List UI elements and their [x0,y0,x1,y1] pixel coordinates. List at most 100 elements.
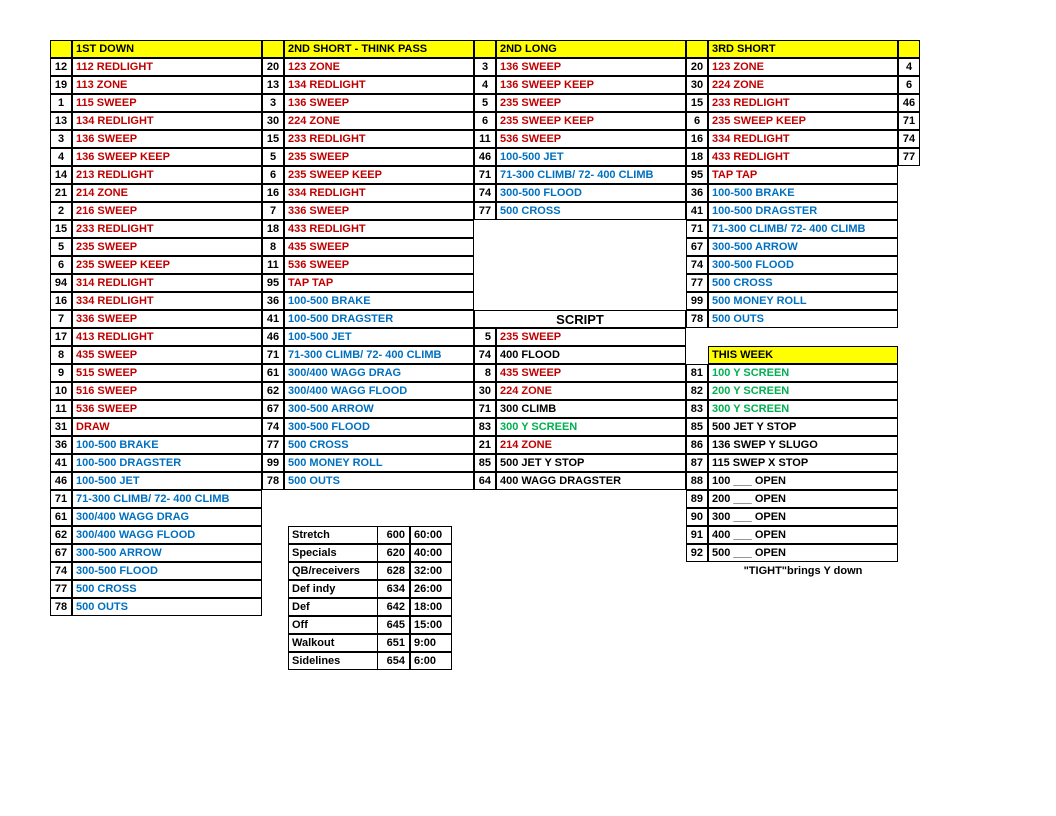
col2-num: 15 [262,130,284,148]
sched-activity: Def [288,598,378,616]
col1-play: 235 SWEEP [72,238,262,256]
col1-play: 100-500 JET [72,472,262,490]
thisweek-num: 91 [686,526,708,544]
script-num: 30 [474,382,496,400]
col2-num: 8 [262,238,284,256]
col1-num: 94 [50,274,72,292]
col3-play: 100-500 JET [496,148,686,166]
col1-play: 500 CROSS [72,580,262,598]
col1-play: 235 SWEEP KEEP [72,256,262,274]
col2-play: 536 SWEEP [284,256,474,274]
col2-num: 41 [262,310,284,328]
sched-time1: 634 [378,580,410,598]
col2-num: 7 [262,202,284,220]
col2-play: 334 REDLIGHT [284,184,474,202]
col1-play: 500 OUTS [72,598,262,616]
thisweek-play: 136 SWEP Y SLUGO [708,436,898,454]
col4-play: 433 REDLIGHT [708,148,898,166]
col5-num: 74 [898,130,920,148]
col2-num: 74 [262,418,284,436]
thisweek-num: 81 [686,364,708,382]
col2-num: 20 [262,58,284,76]
thisweek-num: 85 [686,418,708,436]
col2-play: 134 REDLIGHT [284,76,474,94]
script-num: 21 [474,436,496,454]
col4-num: 78 [686,310,708,328]
col2-play: 500 MONEY ROLL [284,454,474,472]
col4-num: 15 [686,94,708,112]
col2-num: 6 [262,166,284,184]
col1-num: 2 [50,202,72,220]
col1-play: 134 REDLIGHT [72,112,262,130]
script-num: 85 [474,454,496,472]
sched-time2: 60:00 [410,526,452,544]
script-play: 400 WAGG DRAGSTER [496,472,686,490]
sched-time2: 18:00 [410,598,452,616]
col1-play: 71-300 CLIMB/ 72- 400 CLIMB [72,490,262,508]
col4-num: 99 [686,292,708,310]
thisweek-num: 90 [686,508,708,526]
col2-play: 300-500 FLOOD [284,418,474,436]
col1-play: 216 SWEEP [72,202,262,220]
col1-num: 7 [50,310,72,328]
col4-num: 71 [686,220,708,238]
col2-play: 224 ZONE [284,112,474,130]
col2-num: 16 [262,184,284,202]
col1-num: 15 [50,220,72,238]
thisweek-play: 200 ___ OPEN [708,490,898,508]
thisweek-num: 86 [686,436,708,454]
sched-time2: 26:00 [410,580,452,598]
col2-num: 99 [262,454,284,472]
col4-num: 36 [686,184,708,202]
col1-num: 14 [50,166,72,184]
col2-play: 500 OUTS [284,472,474,490]
col2-num: 36 [262,292,284,310]
col4-play: 233 REDLIGHT [708,94,898,112]
col2-num: 77 [262,436,284,454]
col2-num: 11 [262,256,284,274]
col1-play: DRAW [72,418,262,436]
thisweek-num: 92 [686,544,708,562]
col2-play: 435 SWEEP [284,238,474,256]
col2-play: 300/400 WAGG DRAG [284,364,474,382]
col1-num: 74 [50,562,72,580]
col2-num: 62 [262,382,284,400]
col1-play: 314 REDLIGHT [72,274,262,292]
col1-num: 77 [50,580,72,598]
col1-play: 413 REDLIGHT [72,328,262,346]
col1-play: 515 SWEEP [72,364,262,382]
col1-num: 78 [50,598,72,616]
col1-num: 11 [50,400,72,418]
thisweek-play: 100 Y SCREEN [708,364,898,382]
col2-num: 13 [262,76,284,94]
col3-num: 3 [474,58,496,76]
col2-play: 433 REDLIGHT [284,220,474,238]
col1-num: 13 [50,112,72,130]
col4-play: 500 MONEY ROLL [708,292,898,310]
script-play: 400 FLOOD [496,346,686,364]
col4-num: 95 [686,166,708,184]
col2-play: 136 SWEEP [284,94,474,112]
col1-num: 12 [50,58,72,76]
col3-num: 6 [474,112,496,130]
sched-time2: 6:00 [410,652,452,670]
sched-time1: 620 [378,544,410,562]
col1-num: 36 [50,436,72,454]
thisweek-play: 400 ___ OPEN [708,526,898,544]
col4-play: 123 ZONE [708,58,898,76]
col4-num: 18 [686,148,708,166]
col1-num: 4 [50,148,72,166]
col2-num: 5 [262,148,284,166]
col3-num: 74 [474,184,496,202]
col1-play: 536 SWEEP [72,400,262,418]
sched-time2: 15:00 [410,616,452,634]
col4-num: 67 [686,238,708,256]
col1-num: 9 [50,364,72,382]
sched-activity: Def indy [288,580,378,598]
col1-play: 136 SWEEP KEEP [72,148,262,166]
col1-play: 115 SWEEP [72,94,262,112]
col2-play: 300/400 WAGG FLOOD [284,382,474,400]
col1-play: 113 ZONE [72,76,262,94]
hdr-1st-down: 1ST DOWN [72,40,262,58]
thisweek-num: 82 [686,382,708,400]
